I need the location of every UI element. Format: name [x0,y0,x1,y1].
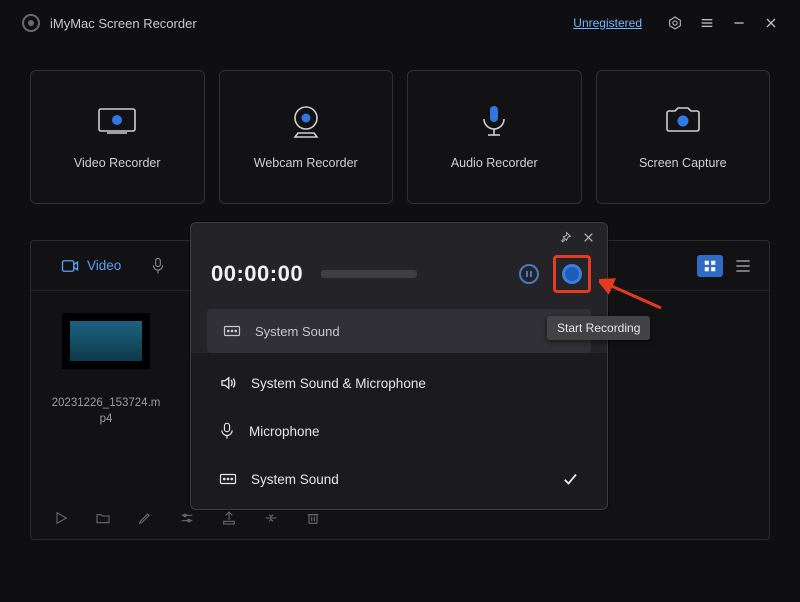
dropdown-item-system-sound[interactable]: System Sound [191,455,607,503]
speaker-icon [219,375,237,391]
settings-sliders-button[interactable] [179,510,195,526]
play-button[interactable] [53,510,69,526]
tab-audio-icon[interactable] [143,257,173,275]
dropdown-item-label: Microphone [249,424,320,439]
start-recording-button[interactable] [553,255,591,293]
view-list-button[interactable] [733,256,753,276]
microphone-icon [219,422,235,440]
mode-webcam-recorder[interactable]: Webcam Recorder [219,70,394,204]
check-icon [561,470,579,488]
audio-source-select[interactable]: System Sound [207,309,591,353]
system-sound-icon [223,324,241,338]
close-button[interactable] [758,10,784,36]
pin-icon[interactable] [559,231,572,249]
open-folder-button[interactable] [95,510,111,526]
mode-label: Screen Capture [639,156,727,170]
mode-label: Audio Recorder [451,156,538,170]
file-name: 20231226_153724.mp4 [51,395,161,427]
view-grid-button[interactable] [697,255,723,277]
dropdown-item-label: System Sound & Microphone [251,376,426,391]
audio-level-meter [321,270,417,278]
pause-button[interactable] [517,262,541,286]
mode-label: Video Recorder [74,156,161,170]
tab-video-label: Video [87,258,121,273]
audio-source-selected-label: System Sound [255,324,340,339]
screen-capture-icon [659,104,707,138]
start-recording-tooltip: Start Recording [547,316,650,340]
system-sound-icon [219,472,237,486]
titlebar: iMyMac Screen Recorder Unregistered [0,0,800,46]
settings-icon[interactable] [662,10,688,36]
recorder-popup: 00:00:00 System Sound System Sound & Mic… [190,222,608,510]
file-thumbnail [62,313,150,369]
mode-label: Webcam Recorder [254,156,358,170]
delete-button[interactable] [305,510,321,526]
mode-cards: Video Recorder Webcam Recorder Audio Rec… [0,46,800,214]
recording-timer: 00:00:00 [211,261,309,287]
file-item[interactable]: 20231226_153724.mp4 [51,313,161,427]
audio-source-dropdown: System Sound & Microphone Microphone Sys… [191,353,607,509]
webcam-recorder-icon [282,104,330,138]
mode-screen-capture[interactable]: Screen Capture [596,70,771,204]
app-logo-icon [22,14,40,32]
popup-close-icon[interactable] [582,231,595,249]
edit-button[interactable] [137,510,153,526]
unregistered-link[interactable]: Unregistered [573,16,642,30]
record-dot-icon [562,264,582,284]
mode-audio-recorder[interactable]: Audio Recorder [407,70,582,204]
dropdown-item-label: System Sound [251,472,339,487]
tab-video[interactable]: Video [47,252,135,279]
audio-recorder-icon [470,104,518,138]
export-button[interactable] [221,510,237,526]
dropdown-item-microphone[interactable]: Microphone [191,407,607,455]
menu-icon[interactable] [694,10,720,36]
video-recorder-icon [93,104,141,138]
mode-video-recorder[interactable]: Video Recorder [30,70,205,204]
app-title: iMyMac Screen Recorder [50,16,197,31]
dropdown-item-system-and-mic[interactable]: System Sound & Microphone [191,359,607,407]
minimize-button[interactable] [726,10,752,36]
compress-button[interactable] [263,510,279,526]
